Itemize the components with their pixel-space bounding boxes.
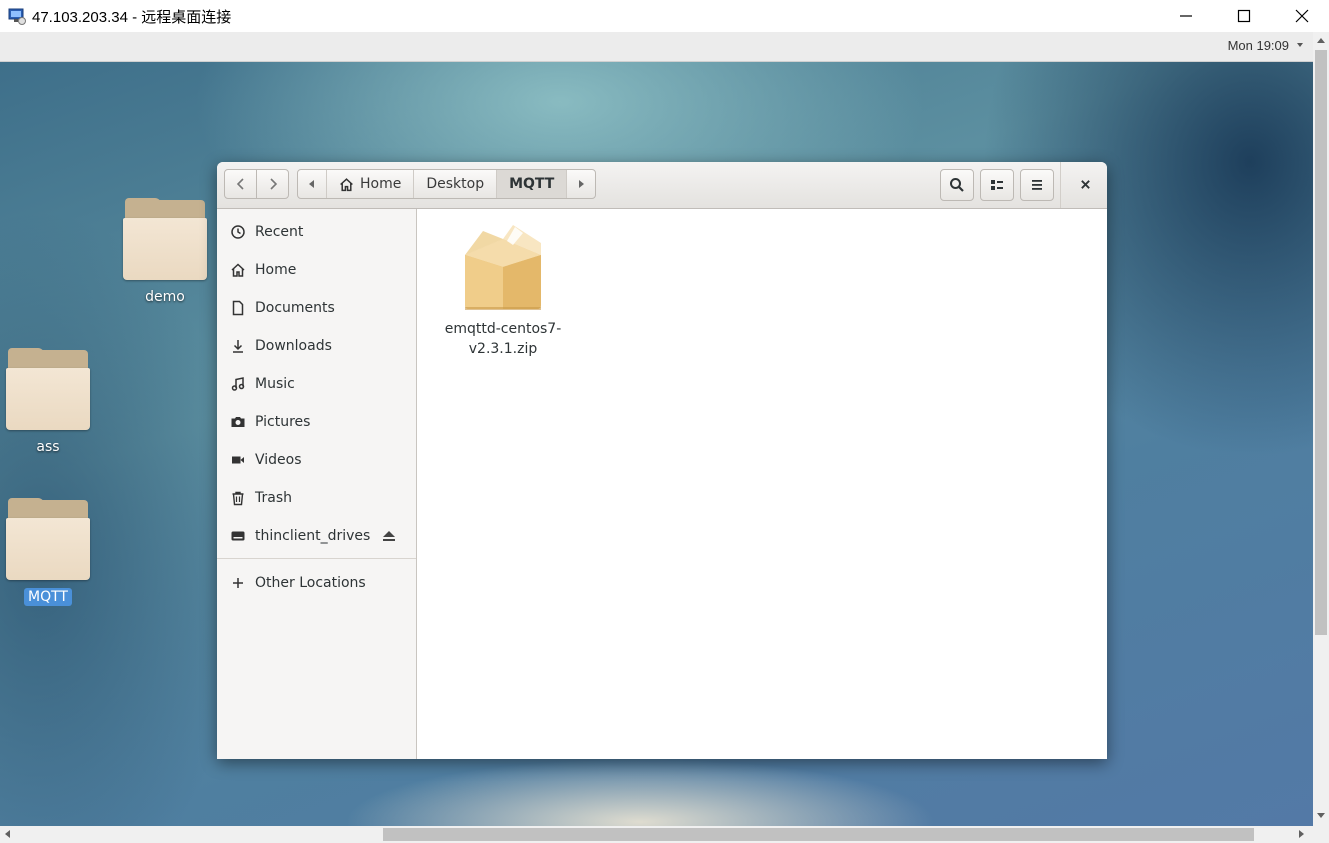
scroll-down-icon[interactable]: [1317, 813, 1325, 818]
desktop-icon-label: demo: [145, 289, 185, 305]
archive-icon: [465, 225, 541, 310]
menu-arrow-icon[interactable]: [1297, 43, 1303, 47]
hamburger-icon: [1032, 180, 1042, 190]
window-title: 47.103.203.34 - 远程桌面连接: [32, 8, 232, 26]
drive-icon: [230, 528, 246, 544]
triangle-left-icon: [309, 180, 314, 188]
sidebar-separator: [217, 558, 416, 559]
vertical-scrollbar[interactable]: [1313, 32, 1329, 826]
scroll-right-icon[interactable]: [1299, 830, 1304, 838]
sidebar-item-pictures[interactable]: Pictures: [217, 404, 416, 440]
headerbar-separator: [1060, 162, 1061, 208]
desktop-icon-label: MQTT: [24, 588, 72, 606]
sidebar-item-videos[interactable]: Videos: [217, 442, 416, 478]
horizontal-scroll-thumb[interactable]: [383, 828, 1254, 841]
document-icon: [230, 300, 246, 316]
folder-icon: [123, 198, 207, 280]
sidebar-item-home[interactable]: Home: [217, 252, 416, 288]
remote-desktop-icon: [8, 8, 26, 25]
sidebar-item-downloads[interactable]: Downloads: [217, 328, 416, 364]
pathbar-desktop[interactable]: Desktop: [414, 170, 498, 198]
maximize-button[interactable]: [1215, 0, 1273, 32]
file-label: emqttd-centos7- v2.3.1.zip: [444, 321, 562, 357]
minimize-icon: [1180, 15, 1192, 17]
scroll-left-icon[interactable]: [5, 830, 10, 838]
music-icon: [230, 376, 246, 392]
desktop-icon-ass[interactable]: ass: [0, 348, 96, 456]
sidebar-item-other-locations[interactable]: Other Locations: [217, 565, 416, 601]
desktop-icon-demo[interactable]: demo: [117, 198, 213, 306]
folder-icon: [6, 498, 90, 580]
pathbar-home[interactable]: Home: [327, 170, 415, 198]
search-button[interactable]: [940, 169, 974, 201]
clock[interactable]: Mon 19:09: [1228, 38, 1289, 53]
sidebar-item-trash[interactable]: Trash: [217, 480, 416, 516]
close-window-button[interactable]: [1273, 0, 1329, 32]
nav-buttons: [224, 169, 290, 201]
file-manager-window: Home Desktop MQTT Recent Home Documents …: [217, 162, 1107, 759]
rdp-titlebar: 47.103.203.34 - 远程桌面连接: [0, 0, 1329, 32]
back-button[interactable]: [224, 169, 257, 199]
search-icon: [950, 178, 964, 192]
file-view: emqttd-centos7- v2.3.1.zip: [417, 209, 1107, 759]
minimize-button[interactable]: [1157, 0, 1215, 32]
trash-icon: [230, 490, 246, 506]
sidebar-item-thinclient-drives[interactable]: thinclient_drives: [217, 518, 416, 554]
clock-icon: [230, 224, 246, 240]
horizontal-scrollbar[interactable]: [0, 826, 1313, 843]
camera-icon: [230, 414, 246, 430]
chevron-right-icon: [269, 178, 277, 190]
desktop-icon-label: ass: [36, 439, 60, 455]
gnome-topbar: Mon 19:09: [0, 32, 1313, 62]
close-icon: [1295, 9, 1309, 23]
forward-button[interactable]: [256, 169, 289, 199]
sidebar-item-music[interactable]: Music: [217, 366, 416, 402]
sidebar-item-recent[interactable]: Recent: [217, 214, 416, 250]
close-button[interactable]: [1071, 170, 1099, 198]
headerbar: Home Desktop MQTT: [217, 162, 1107, 209]
download-icon: [230, 338, 246, 354]
triangle-right-icon: [579, 180, 585, 188]
pathbar-mqtt[interactable]: MQTT: [497, 170, 568, 198]
pathbar-scroll-left[interactable]: [298, 170, 327, 198]
sidebar-item-documents[interactable]: Documents: [217, 290, 416, 326]
maximize-icon: [1237, 9, 1251, 23]
pathbar-scroll-right[interactable]: [567, 170, 595, 198]
folder-icon: [6, 348, 90, 430]
chevron-left-icon: [236, 178, 244, 190]
home-icon: [340, 177, 353, 191]
view-toggle-button[interactable]: [980, 169, 1014, 201]
plus-icon: [230, 575, 246, 591]
file-item-emqttd-zip[interactable]: emqttd-centos7- v2.3.1.zip: [443, 221, 563, 359]
places-sidebar: Recent Home Documents Downloads Music Pi…: [217, 209, 417, 759]
close-icon: [1080, 179, 1090, 189]
pathbar: Home Desktop MQTT: [297, 169, 597, 199]
eject-icon[interactable]: [382, 529, 396, 543]
list-view-icon: [991, 180, 1003, 190]
menu-button[interactable]: [1020, 169, 1054, 201]
scroll-up-icon[interactable]: [1317, 38, 1325, 43]
video-icon: [230, 452, 246, 468]
desktop-icon-mqtt[interactable]: MQTT: [0, 498, 96, 606]
scrollbar-corner: [1313, 826, 1329, 843]
vertical-scroll-thumb[interactable]: [1315, 50, 1327, 635]
home-icon: [230, 262, 246, 278]
